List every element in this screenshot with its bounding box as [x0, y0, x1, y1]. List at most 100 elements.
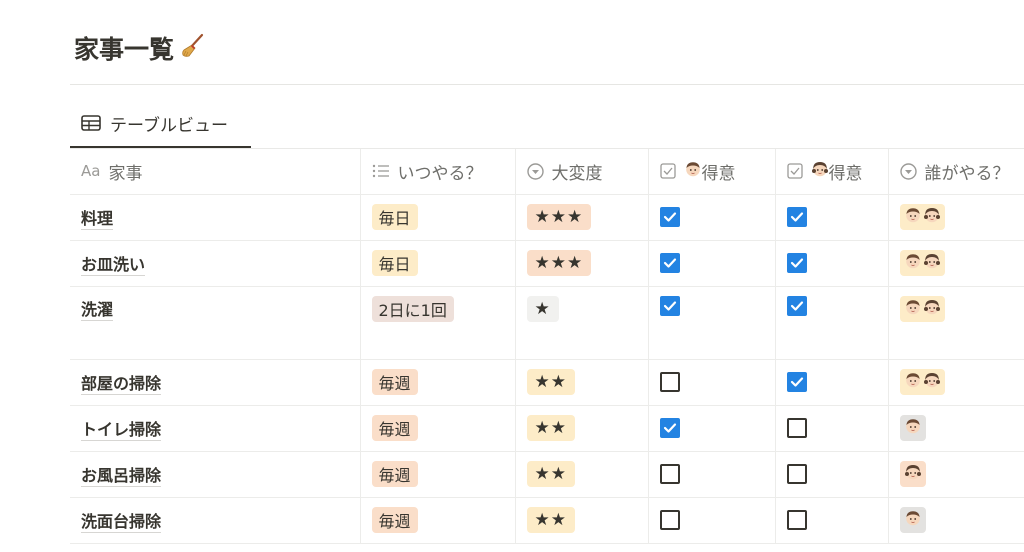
- good-girl-checkbox[interactable]: [786, 372, 807, 393]
- boy-face-icon: [904, 509, 922, 531]
- database-table: Aa 家事 いつやる？ 大変度 得意 得意 誰がやる？ 料理 毎日 ★★★ お皿…: [70, 149, 1024, 544]
- broom-icon: [180, 28, 206, 72]
- cell-difficulty[interactable]: ★: [515, 286, 649, 360]
- cell-when[interactable]: 毎日: [360, 240, 516, 287]
- cell-when[interactable]: 毎日: [360, 194, 516, 241]
- table-row[interactable]: 洗濯 2日に1回 ★: [70, 286, 1024, 360]
- cell-who[interactable]: [888, 451, 1024, 498]
- cell-good-boy[interactable]: [648, 451, 776, 498]
- column-header-label: 家事: [108, 163, 143, 184]
- cell-good-girl[interactable]: [775, 405, 889, 452]
- girl-face-icon: [923, 206, 941, 228]
- column-header-name[interactable]: Aa 家事: [70, 149, 361, 195]
- cell-difficulty[interactable]: ★★★: [515, 194, 649, 241]
- difficulty-tag: ★★: [526, 461, 575, 487]
- cell-difficulty[interactable]: ★★: [515, 497, 649, 544]
- cell-who[interactable]: [888, 240, 1024, 287]
- good-boy-checkbox[interactable]: [659, 464, 680, 485]
- good-boy-checkbox[interactable]: [659, 253, 680, 274]
- table-row[interactable]: お風呂掃除 毎週 ★★: [70, 451, 1024, 498]
- cell-good-boy[interactable]: [648, 359, 776, 406]
- boy-face-icon: [904, 206, 922, 228]
- cell-who[interactable]: [888, 286, 1024, 360]
- good-boy-checkbox[interactable]: [659, 418, 680, 439]
- column-header-label: 得意: [828, 163, 863, 184]
- checkbox-icon: [659, 163, 676, 179]
- select-icon: [526, 163, 544, 180]
- good-girl-checkbox[interactable]: [786, 418, 807, 439]
- column-header-label: 得意: [701, 163, 736, 184]
- tab-table-view[interactable]: テーブルビュー: [70, 100, 251, 148]
- cell-name[interactable]: 洗面台掃除: [70, 497, 361, 544]
- table-row[interactable]: お皿洗い 毎日 ★★★: [70, 240, 1024, 287]
- column-header-label: 大変度: [551, 163, 603, 184]
- cell-name[interactable]: 洗濯: [70, 286, 361, 360]
- cell-good-girl[interactable]: [775, 451, 889, 498]
- cell-name[interactable]: お皿洗い: [70, 240, 361, 287]
- page-title[interactable]: 家事一覧: [74, 28, 206, 72]
- cell-good-girl[interactable]: [775, 194, 889, 241]
- good-girl-checkbox[interactable]: [786, 510, 807, 531]
- difficulty-tag: ★★★: [526, 204, 592, 230]
- good-boy-checkbox[interactable]: [659, 296, 680, 316]
- column-header-when[interactable]: いつやる？: [360, 149, 516, 195]
- cell-name[interactable]: 料理: [70, 194, 361, 241]
- cell-name[interactable]: トイレ掃除: [70, 405, 361, 452]
- cell-good-boy[interactable]: [648, 405, 776, 452]
- good-girl-checkbox[interactable]: [786, 464, 807, 485]
- title-divider: [70, 84, 1024, 85]
- cell-good-girl[interactable]: [775, 497, 889, 544]
- table-row[interactable]: 部屋の掃除 毎週 ★★: [70, 359, 1024, 406]
- table-row[interactable]: 料理 毎日 ★★★: [70, 194, 1024, 241]
- when-tag: 2日に1回: [371, 295, 454, 322]
- cell-name[interactable]: 部屋の掃除: [70, 359, 361, 406]
- table-row[interactable]: トイレ掃除 毎週 ★★: [70, 405, 1024, 452]
- cell-who[interactable]: [888, 497, 1024, 544]
- cell-good-boy[interactable]: [648, 194, 776, 241]
- cell-who[interactable]: [888, 405, 1024, 452]
- when-tag: 毎週: [371, 415, 418, 441]
- column-header-difficulty[interactable]: 大変度: [515, 149, 649, 195]
- girl-face-icon: [904, 463, 922, 485]
- cell-good-girl[interactable]: [775, 359, 889, 406]
- column-header-label: 誰がやる？: [924, 163, 1010, 184]
- difficulty-tag: ★★: [526, 369, 575, 395]
- cell-difficulty[interactable]: ★★: [515, 405, 649, 452]
- column-header-good-girl[interactable]: 得意: [775, 149, 889, 195]
- cell-name[interactable]: お風呂掃除: [70, 451, 361, 498]
- girl-face-icon: [923, 298, 941, 320]
- column-header-good-boy[interactable]: 得意: [648, 149, 776, 195]
- cell-good-girl[interactable]: [775, 240, 889, 287]
- list-icon: [372, 164, 390, 178]
- cell-when[interactable]: 毎週: [360, 497, 516, 544]
- boy-face-icon: [684, 160, 702, 183]
- good-boy-checkbox[interactable]: [659, 372, 680, 393]
- good-girl-checkbox[interactable]: [786, 253, 807, 274]
- when-tag: 毎日: [371, 204, 418, 230]
- cell-who[interactable]: [888, 359, 1024, 406]
- cell-good-boy[interactable]: [648, 497, 776, 544]
- boy-face-icon: [904, 298, 922, 320]
- girl-face-icon: [923, 252, 941, 274]
- good-girl-checkbox[interactable]: [786, 296, 807, 316]
- difficulty-tag: ★★: [526, 415, 575, 441]
- cell-good-boy[interactable]: [648, 240, 776, 287]
- column-header-who[interactable]: 誰がやる？: [888, 149, 1024, 195]
- difficulty-tag: ★★★: [526, 250, 592, 276]
- good-boy-checkbox[interactable]: [659, 207, 680, 228]
- who-tag: [899, 295, 945, 322]
- cell-difficulty[interactable]: ★★★: [515, 240, 649, 287]
- cell-good-boy[interactable]: [648, 286, 776, 360]
- good-boy-checkbox[interactable]: [659, 510, 680, 531]
- cell-difficulty[interactable]: ★★: [515, 451, 649, 498]
- good-girl-checkbox[interactable]: [786, 207, 807, 228]
- cell-when[interactable]: 2日に1回: [360, 286, 516, 360]
- cell-difficulty[interactable]: ★★: [515, 359, 649, 406]
- cell-when[interactable]: 毎週: [360, 451, 516, 498]
- cell-when[interactable]: 毎週: [360, 405, 516, 452]
- cell-good-girl[interactable]: [775, 286, 889, 360]
- cell-who[interactable]: [888, 194, 1024, 241]
- cell-when[interactable]: 毎週: [360, 359, 516, 406]
- table-row[interactable]: 洗面台掃除 毎週 ★★: [70, 497, 1024, 544]
- page-title-text: 家事一覧: [74, 35, 175, 64]
